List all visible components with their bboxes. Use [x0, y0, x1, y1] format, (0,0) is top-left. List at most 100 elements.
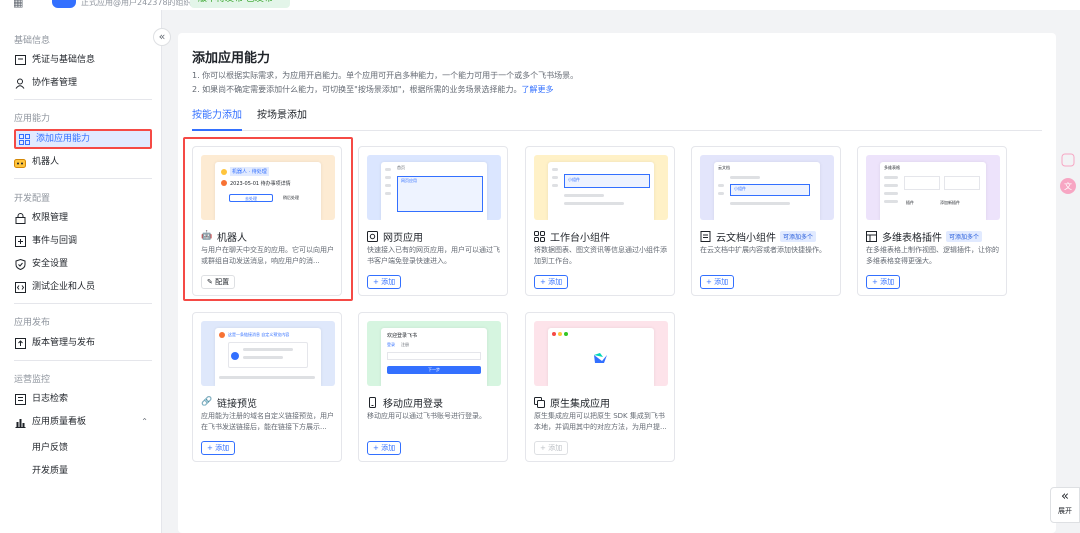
card-title: 工作台小组件 [550, 233, 610, 244]
preview-text: 这是一条链接消息 自定义预览内容 [228, 332, 290, 337]
widget-icon [534, 231, 545, 242]
sidebar-item-collaborators[interactable]: 协作者管理 [14, 73, 152, 93]
page-title: 添加应用能力 [192, 51, 271, 66]
card-preview: 多维表格 插件 添加新插件 [866, 155, 1000, 220]
id-card-icon [14, 54, 26, 66]
sidebar-collapse-button[interactable]: « [153, 28, 171, 46]
sidebar-divider [14, 99, 152, 100]
sidebar-subitem-feedback[interactable]: 用户反馈 [32, 440, 68, 453]
card-preview: 首页 网页应用 [367, 155, 501, 220]
card-title: 链接预览 [217, 399, 257, 410]
org-name: 正式应用@用户242378的组织 [81, 0, 192, 7]
add-button[interactable]: + 添加 [367, 275, 402, 289]
capability-card-web-app[interactable]: 首页 网页应用 网页应用 快速接入已有的网页应用，用户可以通过飞书客户端免登录快… [358, 146, 508, 296]
assistant-icon[interactable]: 文 [1056, 174, 1080, 198]
preview-header: 欢迎登录飞书 [387, 333, 418, 339]
expand-panel-button[interactable]: « 展开 [1050, 487, 1080, 523]
sidebar-divider [14, 303, 152, 304]
card-description: 快速接入已有的网页应用，用户可以通过飞书客户端免登录快速进入。 [367, 246, 500, 265]
robot-icon [14, 156, 26, 168]
card-title: 原生集成应用 [550, 399, 610, 410]
card-description: 在云文档中扩展内容或者添加快捷操作。 [700, 246, 826, 254]
release-status-badge: 版本待发布 已发布 [190, 0, 290, 8]
mobile-icon [367, 397, 378, 408]
multi-add-tag: 可添加多个 [780, 231, 817, 242]
add-button[interactable]: + 添加 [367, 441, 402, 455]
chevron-up-icon[interactable]: ⌃ [141, 412, 148, 432]
capability-card-doc-widget[interactable]: 云文档 小组件 云文档小组件 可添加多个 在云文档中扩展内容或者添加快捷操作。 +… [691, 146, 841, 296]
preview-tab-2: 注册 [401, 342, 409, 347]
tab-by-scenario[interactable]: 按场景添加 [257, 109, 307, 131]
lock-icon [14, 212, 26, 224]
native-icon [534, 397, 545, 408]
app-avatar [52, 0, 76, 8]
learn-more-link[interactable]: 了解更多 [522, 85, 554, 94]
add-button[interactable]: + 添加 [534, 275, 569, 289]
sidebar-group-basic: 基础信息 [14, 36, 51, 46]
card-description: 原生集成应用可以把原生 SDK 集成到飞书本地，并调用其中的对应方法，为用户提.… [534, 412, 667, 431]
svg-text:文: 文 [1064, 181, 1072, 191]
sidebar-item-test-tenant[interactable]: 测试企业和人员 [14, 277, 152, 297]
add-button[interactable]: + 添加 [866, 275, 901, 289]
preview-button: 下一步 [387, 366, 481, 374]
card-description: 将数据图表、图文资讯等信息通过小组件添加到工作台。 [534, 246, 667, 265]
shield-icon [14, 258, 26, 270]
preview-header: 多维表格 [884, 165, 900, 170]
card-description: 移动应用可以通过飞书账号进行登录。 [367, 412, 486, 420]
card-title: 网页应用 [383, 233, 423, 244]
sidebar-subitem-dev-quality[interactable]: 开发质量 [32, 463, 68, 476]
feishu-logo-icon [592, 350, 608, 369]
preview-box-label: 网页应用 [401, 178, 417, 183]
sidebar-group-capabilities: 应用能力 [14, 114, 51, 124]
highlight-frame [183, 137, 353, 301]
description-line-2: 2. 如果尚不确定需要添加什么能力，可切换至"按场景添加"，根据所需的业务场景选… [192, 85, 554, 94]
capability-card-base-plugin[interactable]: 多维表格 插件 添加新插件 多维表格插件 可添加多个 在多维表格上制作视图、逻辑插… [857, 146, 1007, 296]
card-title: 多维表格插件 [882, 233, 942, 244]
preview-button: 插件 [906, 200, 914, 205]
table-icon [866, 231, 877, 242]
link-icon: 🔗 [201, 397, 213, 407]
feedback-icon[interactable] [1056, 148, 1080, 172]
sidebar-group-monitor: 运营监控 [14, 375, 51, 385]
chart-icon [14, 416, 26, 428]
sidebar-divider [14, 178, 152, 179]
description-line-1: 1. 你可以根据实际需求，为应用开启能力。单个应用可开启多种能力，一个能力可用于… [192, 71, 579, 80]
add-button[interactable]: + 添加 [201, 441, 236, 455]
capability-card-link-preview[interactable]: 这是一条链接消息 自定义预览内容 🔗 链接预览 应用能为注册的域名自定义链接预览，… [192, 312, 342, 462]
card-preview [534, 321, 668, 386]
sidebar-item-permissions[interactable]: 权限管理 [14, 208, 152, 228]
card-description: 应用能为注册的域名自定义链接预览，用户在飞书发送链接后，能在链接下方展示... [201, 412, 334, 431]
tab-by-capability[interactable]: 按能力添加 [192, 109, 242, 131]
multi-add-tag: 可添加多个 [946, 231, 983, 242]
card-title: 云文档小组件 [716, 233, 776, 244]
card-preview: 小组件 [534, 155, 668, 220]
sidebar-item-security[interactable]: 安全设置 [14, 254, 152, 274]
sidebar-item-events[interactable]: 事件与回调 [14, 231, 152, 251]
tab-bar: 按能力添加 按场景添加 [192, 109, 1042, 131]
capability-card-workplace-widget[interactable]: 小组件 工作台小组件 将数据图表、图文资讯等信息通过小组件添加到工作台。 + 添… [525, 146, 675, 296]
card-description: 在多维表格上制作视图、逻辑插件，让你的多维表格变得更强大。 [866, 246, 999, 265]
card-preview: 这是一条链接消息 自定义预览内容 [201, 321, 335, 386]
sidebar-item-add-capability[interactable]: 添加应用能力 [14, 129, 152, 149]
sidebar-item-bot[interactable]: 机器人 [14, 152, 152, 172]
capability-card-mobile-login[interactable]: 欢迎登录飞书 登录 注册 下一步 移动应用登录 移动应用可以通过飞书账号进行登录… [358, 312, 508, 462]
sidebar-divider [14, 360, 152, 361]
add-button-disabled: + 添加 [534, 441, 569, 455]
web-icon [367, 231, 378, 242]
doc-icon [700, 231, 711, 242]
sidebar-item-credentials[interactable]: 凭证与基础信息 [14, 50, 152, 70]
capability-card-native-app[interactable]: 原生集成应用 原生集成应用可以把原生 SDK 集成到飞书本地，并调用其中的对应方… [525, 312, 675, 462]
apps-grid-icon[interactable]: ▦ [13, 0, 23, 9]
capability-grid-icon [18, 133, 30, 145]
code-icon [14, 281, 26, 293]
preview-tab-1: 登录 [387, 342, 395, 347]
preview-box-label: 小组件 [734, 186, 746, 191]
double-chevron-left-icon: « [1061, 489, 1069, 504]
log-icon [14, 393, 26, 405]
sidebar-item-versions[interactable]: 版本管理与发布 [14, 333, 152, 353]
sidebar-item-quality[interactable]: 应用质量看板 ⌃ [14, 412, 152, 432]
upload-icon [14, 337, 26, 349]
event-icon [14, 235, 26, 247]
add-button[interactable]: + 添加 [700, 275, 735, 289]
sidebar-item-logs[interactable]: 日志检索 [14, 389, 152, 409]
